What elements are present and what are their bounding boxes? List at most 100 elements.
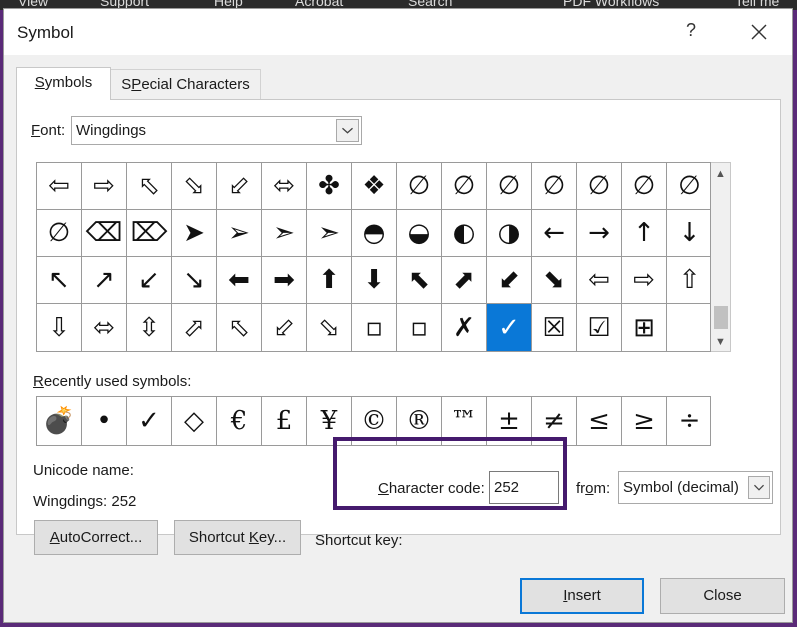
symbol-cell[interactable]: ➤: [172, 210, 217, 257]
unicode-name-label: Unicode name:: [33, 462, 134, 479]
symbol-cell[interactable]: ∅: [442, 163, 487, 210]
symbol-cell[interactable]: ➡: [262, 257, 307, 304]
symbol-cell[interactable]: ∅: [622, 163, 667, 210]
symbol-cell[interactable]: ✤: [307, 163, 352, 210]
from-dropdown[interactable]: Symbol (decimal): [618, 471, 773, 504]
symbol-cell[interactable]: ∅: [397, 163, 442, 210]
symbol-cell[interactable]: ↖: [37, 257, 82, 304]
symbol-cell[interactable]: ∅: [37, 210, 82, 257]
symbol-cell[interactable]: ⇩: [37, 304, 82, 351]
chevron-down-icon[interactable]: [748, 476, 770, 499]
character-code-highlight-box: [333, 437, 567, 510]
symbol-cell[interactable]: ⬉: [397, 257, 442, 304]
symbol-cell[interactable]: ⬃: [217, 163, 262, 210]
help-button[interactable]: ?: [680, 20, 702, 44]
symbol-cell[interactable]: ✓: [487, 304, 532, 351]
from-label-accel: o: [585, 480, 594, 497]
symbol-cell[interactable]: →: [577, 210, 622, 257]
recent-symbol-cell[interactable]: ✓: [127, 397, 172, 445]
font-dropdown[interactable]: Wingdings: [71, 116, 362, 145]
symbol-cell[interactable]: ◐: [442, 210, 487, 257]
symbol-cell[interactable]: ↓: [667, 210, 712, 257]
symbol-cell[interactable]: ☑: [577, 304, 622, 351]
from-dropdown-value: Symbol (decimal): [623, 479, 739, 496]
symbol-cell[interactable]: ⌦: [127, 210, 172, 257]
recent-symbol-cell[interactable]: ÷: [667, 397, 712, 445]
symbol-cell[interactable]: ⬊: [532, 257, 577, 304]
symbol-cell[interactable]: ◓: [352, 210, 397, 257]
close-icon[interactable]: [744, 18, 774, 46]
tab-special-characters[interactable]: SPecial Characters: [110, 69, 261, 99]
symbol-cell[interactable]: ∅: [487, 163, 532, 210]
symbol-cell[interactable]: ↘: [172, 257, 217, 304]
symbol-cell[interactable]: ❖: [352, 163, 397, 210]
scrollbar-thumb[interactable]: [714, 306, 728, 329]
symbol-cell[interactable]: ⬃: [262, 304, 307, 351]
insert-rest: nsert: [567, 587, 601, 604]
symbol-cell[interactable]: ∅: [577, 163, 622, 210]
autocorrect-accel: A: [49, 529, 60, 546]
tab-symbols[interactable]: Symbols: [16, 67, 111, 100]
unicode-name-value: Wingdings: 252: [33, 493, 137, 510]
symbol-cell[interactable]: ➢: [217, 210, 262, 257]
title-bar: Symbol ?: [4, 9, 792, 55]
symbol-cell[interactable]: ◒: [397, 210, 442, 257]
recent-symbol-cell[interactable]: •: [82, 397, 127, 445]
symbol-cell[interactable]: ⇦: [37, 163, 82, 210]
symbol-cell[interactable]: ⇳: [127, 304, 172, 351]
symbol-grid-scrollbar[interactable]: ▲ ▼: [711, 162, 731, 352]
shortcut-key-rest: ey...: [258, 529, 287, 546]
symbol-cell[interactable]: ⇨: [82, 163, 127, 210]
symbol-cell[interactable]: ⬄: [262, 163, 307, 210]
tab-special-accel: P: [131, 76, 142, 93]
recent-symbol-cell[interactable]: 💣: [37, 397, 82, 445]
symbol-cell[interactable]: ⬋: [487, 257, 532, 304]
tab-symbols-label: ymbols: [44, 74, 93, 91]
symbol-cell[interactable]: ☒: [532, 304, 577, 351]
symbol-cell[interactable]: ⇦: [577, 257, 622, 304]
autocorrect-button[interactable]: AutoCorrect...: [34, 520, 158, 555]
autocorrect-rest: utoCorrect...: [59, 529, 143, 546]
symbol-cell[interactable]: ✗: [442, 304, 487, 351]
scroll-up-arrow-icon[interactable]: ▲: [711, 165, 730, 183]
symbol-cell[interactable]: ⬂: [307, 304, 352, 351]
symbol-cell[interactable]: ↗: [82, 257, 127, 304]
symbol-cell[interactable]: ⊞: [622, 304, 667, 351]
recent-symbol-cell[interactable]: €: [217, 397, 262, 445]
symbol-cell[interactable]: ➣: [262, 210, 307, 257]
symbol-cell[interactable]: ↑: [622, 210, 667, 257]
symbol-cell[interactable]: ⬄: [82, 304, 127, 351]
symbol-cell[interactable]: ⬁: [217, 304, 262, 351]
symbol-cell[interactable]: ⌫: [82, 210, 127, 257]
symbol-cell[interactable]: ⬇: [352, 257, 397, 304]
symbol-cell[interactable]: ⇨: [622, 257, 667, 304]
symbol-cell[interactable]: [667, 304, 712, 351]
symbol-cell[interactable]: ▫: [352, 304, 397, 351]
symbol-cell[interactable]: ⬀: [172, 304, 217, 351]
recent-symbol-cell[interactable]: £: [262, 397, 307, 445]
recent-symbol-cell[interactable]: ≥: [622, 397, 667, 445]
shortcut-key-button[interactable]: Shortcut Key...: [174, 520, 301, 555]
recent-symbol-cell[interactable]: ◇: [172, 397, 217, 445]
scroll-down-arrow-icon[interactable]: ▼: [711, 333, 730, 351]
symbol-cell[interactable]: ⇧: [667, 257, 712, 304]
symbol-cell[interactable]: ▫: [397, 304, 442, 351]
symbol-cell[interactable]: ↙: [127, 257, 172, 304]
symbol-cell[interactable]: ⬂: [172, 163, 217, 210]
symbol-cell[interactable]: ←: [532, 210, 577, 257]
symbol-grid: ⇦ ⇨ ⬁ ⬂ ⬃ ⬄ ✤ ❖ ∅ ∅ ∅ ∅ ∅ ∅ ∅ ∅ ⌫ ⌦ ➤ ➢ ➣ ➣ ◓ ◒ ◐ ◑ ← → ↑ ↓ ↖ ↗ ↙ ↘ ⬅ ➡ ⬆ ⬇ ⬉ ⬈…: [36, 162, 712, 352]
symbol-cell[interactable]: ⬈: [442, 257, 487, 304]
dialog-title: Symbol: [17, 23, 74, 42]
close-button[interactable]: Close: [660, 578, 785, 614]
symbol-cell[interactable]: ∅: [532, 163, 577, 210]
recent-label-rest: ecently used symbols:: [43, 373, 192, 390]
symbol-cell[interactable]: ∅: [667, 163, 712, 210]
chevron-down-icon[interactable]: [336, 119, 359, 142]
recent-symbol-cell[interactable]: ≤: [577, 397, 622, 445]
symbol-cell[interactable]: ➣: [307, 210, 352, 257]
symbol-cell[interactable]: ⬅: [217, 257, 262, 304]
symbol-cell[interactable]: ⬁: [127, 163, 172, 210]
symbol-cell[interactable]: ⬆: [307, 257, 352, 304]
symbol-cell[interactable]: ◑: [487, 210, 532, 257]
insert-button[interactable]: Insert: [520, 578, 644, 614]
